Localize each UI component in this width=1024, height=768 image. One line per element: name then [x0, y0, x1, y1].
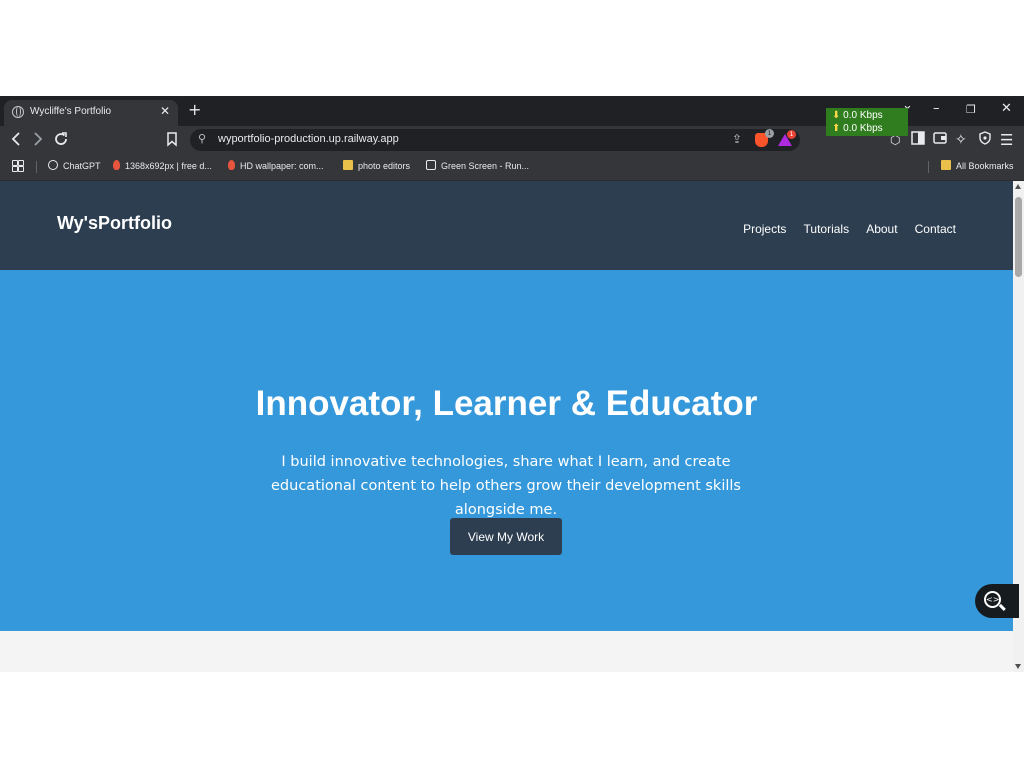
- site-header: Wy'sPortfolio Projects Tutorials About C…: [0, 181, 1013, 270]
- separator: [36, 161, 37, 173]
- nav-link-contact[interactable]: Contact: [915, 222, 956, 236]
- globe-icon: [12, 106, 24, 118]
- nav-link-tutorials[interactable]: Tutorials: [804, 222, 850, 236]
- apps-icon[interactable]: [12, 160, 24, 172]
- tab-active[interactable]: Wycliffe's Portfolio ✕: [4, 100, 178, 126]
- scroll-up-icon[interactable]: [1015, 184, 1021, 189]
- bookmarks-bar: ChatGPT 1368x692px | free d... HD wallpa…: [0, 154, 1024, 181]
- runway-icon: [426, 160, 436, 170]
- all-bookmarks[interactable]: All Bookmarks: [941, 160, 1014, 171]
- back-icon[interactable]: [10, 131, 22, 151]
- download-arrow-icon: ⬇: [832, 110, 841, 121]
- download-speed: 0.0 Kbps: [843, 110, 883, 121]
- forward-icon[interactable]: [32, 131, 44, 151]
- folder-icon: [941, 160, 951, 170]
- leo-ai-icon[interactable]: ✧: [955, 131, 967, 149]
- bookmark-chatgpt[interactable]: ChatGPT: [48, 160, 101, 171]
- sidebar-icon[interactable]: [911, 131, 925, 149]
- chatgpt-icon: [48, 160, 58, 170]
- page-viewport: Wy'sPortfolio Projects Tutorials About C…: [0, 181, 1013, 672]
- share-icon[interactable]: ⇪: [732, 132, 742, 146]
- brave-shields-icon[interactable]: 1: [755, 129, 774, 147]
- hero-subtitle: I build innovative technologies, share w…: [271, 454, 741, 518]
- bookmark-wallpaper-2[interactable]: HD wallpaper: com...: [228, 160, 324, 171]
- reload-icon[interactable]: [53, 131, 69, 151]
- tab-close-button[interactable]: ✕: [160, 104, 170, 118]
- vpn-icon[interactable]: [978, 131, 992, 149]
- flame-icon: [113, 160, 120, 170]
- tab-title: Wycliffe's Portfolio: [30, 106, 112, 117]
- restore-button[interactable]: ❐: [966, 103, 976, 116]
- menu-icon[interactable]: ☰: [1000, 131, 1013, 149]
- code-search-floating-button[interactable]: <>: [975, 584, 1019, 618]
- close-window-button[interactable]: ✕: [1001, 101, 1012, 116]
- address-bar[interactable]: ⚲ wyportfolio-production.up.railway.app …: [190, 129, 800, 151]
- url-text[interactable]: wyportfolio-production.up.railway.app: [218, 133, 399, 145]
- view-my-work-button[interactable]: View My Work: [450, 518, 562, 555]
- folder-icon: [343, 160, 353, 170]
- site-nav: Projects Tutorials About Contact: [731, 218, 956, 237]
- new-tab-button[interactable]: +: [188, 100, 201, 119]
- upload-speed: 0.0 Kbps: [843, 123, 883, 134]
- flame-icon: [228, 160, 235, 170]
- nav-link-about[interactable]: About: [866, 222, 897, 236]
- brave-rewards-icon[interactable]: 1: [778, 130, 796, 146]
- scrollbar-thumb[interactable]: [1015, 197, 1022, 277]
- upload-arrow-icon: ⬆: [832, 123, 841, 134]
- hero-title: Innovator, Learner & Educator: [255, 384, 758, 423]
- wallet-icon[interactable]: [933, 131, 947, 149]
- site-info-icon[interactable]: ⚲: [198, 132, 206, 145]
- separator: [928, 161, 929, 173]
- bookmark-green-screen[interactable]: Green Screen - Run...: [426, 160, 529, 171]
- hero-section: Innovator, Learner & Educator I build in…: [0, 270, 1013, 631]
- scroll-down-icon[interactable]: [1015, 664, 1021, 669]
- bookmark-icon[interactable]: [165, 131, 179, 151]
- network-speed-overlay: ⬇ 0.0 Kbps ⬆ 0.0 Kbps: [826, 108, 908, 136]
- nav-link-projects[interactable]: Projects: [743, 222, 786, 236]
- minimize-button[interactable]: –: [933, 101, 940, 116]
- browser-window: Wycliffe's Portfolio ✕ + ⌄ – ❐ ✕ ⚲ wypor…: [0, 96, 1024, 672]
- bookmark-photo-editors[interactable]: photo editors: [343, 160, 410, 171]
- site-logo[interactable]: Wy'sPortfolio: [57, 213, 172, 234]
- bookmark-wallpaper-1[interactable]: 1368x692px | free d...: [113, 160, 212, 171]
